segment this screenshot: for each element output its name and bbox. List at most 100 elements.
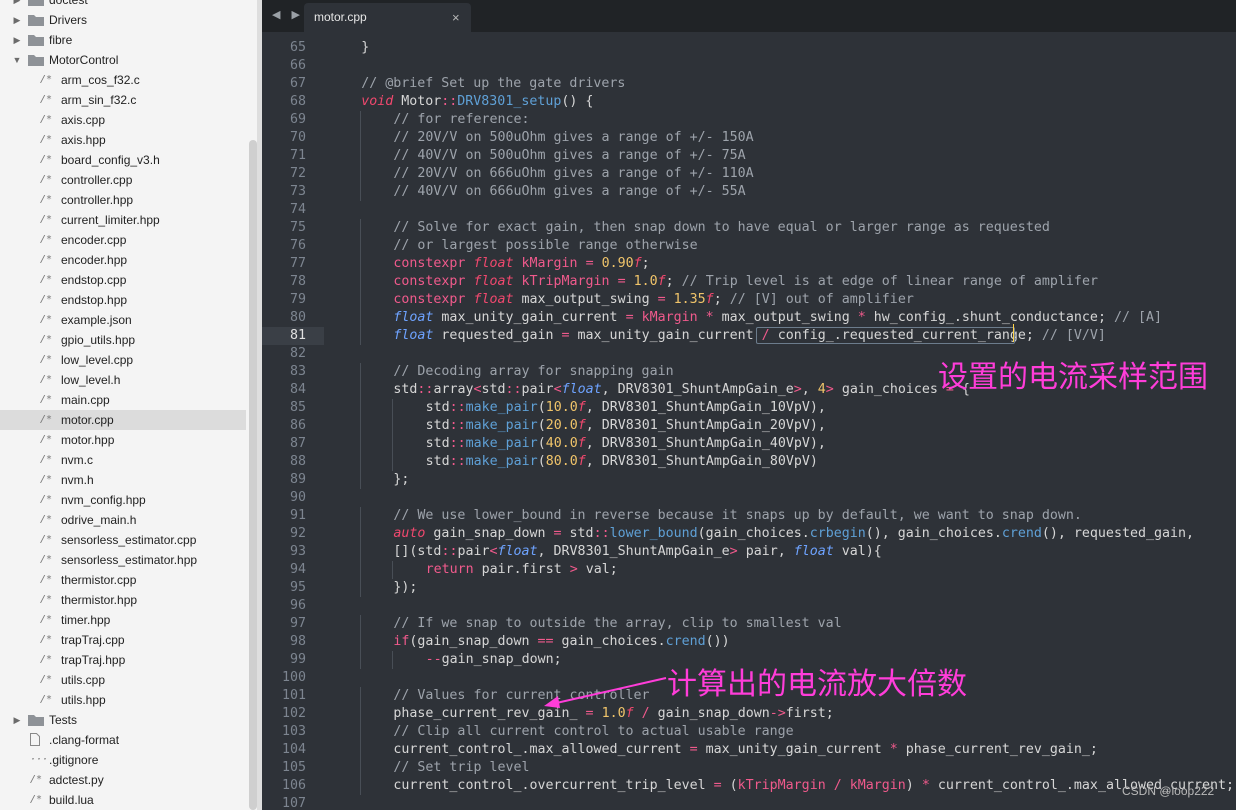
code-line[interactable]: 69 // for reference: <box>262 111 1236 129</box>
code-token: // for reference: <box>393 112 530 127</box>
chevron-right-icon[interactable]: ▶ <box>12 0 22 10</box>
sidebar-item-tests[interactable]: ▶ Tests <box>0 710 246 730</box>
code-line[interactable]: 103 // Clip all current control to actual… <box>262 723 1236 741</box>
code-line[interactable]: 65} <box>262 39 1236 57</box>
sidebar-item-doctest[interactable]: ▶ doctest <box>0 0 246 10</box>
code-line[interactable]: 95}); <box>262 579 1236 597</box>
code-line[interactable]: 107 <box>262 795 1236 810</box>
sidebar-item-arm-cos-f32-c[interactable]: /* arm_cos_f32.c <box>0 70 246 90</box>
line-number: 106 <box>281 778 306 793</box>
sidebar-item-endstop-cpp[interactable]: /* endstop.cpp <box>0 270 246 290</box>
sidebar-item-thermistor-hpp[interactable]: /* thermistor.hpp <box>0 590 246 610</box>
sidebar-item-main-cpp[interactable]: /* main.cpp <box>0 390 246 410</box>
chevron-right-icon[interactable]: ▶ <box>12 10 22 30</box>
code-line[interactable]: 87 std::make_pair(40.0f, DRV8301_ShuntAmp… <box>262 435 1236 453</box>
sidebar-item-controller-hpp[interactable]: /* controller.hpp <box>0 190 246 210</box>
code-line[interactable]: 67 // @brief Set up the gate drivers <box>262 75 1236 93</box>
code-line[interactable]: 81 float requested_gain = max_unity_gain_… <box>262 327 1236 345</box>
code-line[interactable]: 73 // 40V/V on 666uOhm gives a range of +… <box>262 183 1236 201</box>
code-line[interactable]: 104 current_control_.max_allowed_current … <box>262 741 1236 759</box>
sidebar-item-adctest-py[interactable]: /* adctest.py <box>0 770 246 790</box>
code-line[interactable]: 92 auto gain_snap_down = std::lower_bound… <box>262 525 1236 543</box>
code-text: void Motor::DRV8301_setup() { <box>361 93 593 111</box>
sidebar-item-board-config-v3-h[interactable]: /* board_config_v3.h <box>0 150 246 170</box>
code-token: max_unity_gain_current <box>569 328 762 343</box>
code-line[interactable]: 90 <box>262 489 1236 507</box>
code-line[interactable]: 80 float max_unity_gain_current = kMargin… <box>262 309 1236 327</box>
sidebar-item-controller-cpp[interactable]: /* controller.cpp <box>0 170 246 190</box>
sidebar-item-motorcontrol[interactable]: ▼ MotorControl <box>0 50 246 70</box>
code-line[interactable]: 96 <box>262 597 1236 615</box>
code-line[interactable]: 79 constexpr float max_output_swing = 1.3… <box>262 291 1236 309</box>
code-line[interactable]: 86 std::make_pair(20.0f, DRV8301_ShuntAmp… <box>262 417 1236 435</box>
code-line[interactable]: 94 return pair.first > val; <box>262 561 1236 579</box>
sidebar-item-drivers[interactable]: ▶ Drivers <box>0 10 246 30</box>
chevron-right-icon[interactable]: ▶ <box>12 710 22 730</box>
code-line[interactable]: 77 constexpr float kMargin = 0.90f; <box>262 255 1236 273</box>
code-line[interactable]: 76 // or largest possible range otherwise <box>262 237 1236 255</box>
code-line[interactable]: 93 [](std::pair<float, DRV8301_ShuntAmpGa… <box>262 543 1236 561</box>
indent-guide <box>360 183 362 201</box>
sidebar-item-nvm-config-hpp[interactable]: /* nvm_config.hpp <box>0 490 246 510</box>
sidebar-item-gitignore[interactable]: ··· .gitignore <box>0 750 246 770</box>
code-line[interactable]: 74 <box>262 201 1236 219</box>
sidebar-item-current-limiter-hpp[interactable]: /* current_limiter.hpp <box>0 210 246 230</box>
sidebar-item-nvm-c[interactable]: /* nvm.c <box>0 450 246 470</box>
sidebar-item-motor-hpp[interactable]: /* motor.hpp <box>0 430 246 450</box>
code-line[interactable]: 68 void Motor::DRV8301_setup() { <box>262 93 1236 111</box>
folder-icon <box>28 14 44 26</box>
tab-nav-arrows[interactable]: ◀ ▶ <box>272 8 304 21</box>
sidebar-item-traptraj-hpp[interactable]: /* trapTraj.hpp <box>0 650 246 670</box>
code-line[interactable]: 89}; <box>262 471 1236 489</box>
close-icon[interactable]: × <box>452 3 460 32</box>
chevron-down-icon[interactable]: ▼ <box>12 50 22 70</box>
code-line[interactable]: 75 // Solve for exact gain, then snap dow… <box>262 219 1236 237</box>
code-line[interactable]: 78 constexpr float kTripMargin = 1.0f; //… <box>262 273 1236 291</box>
code-line[interactable]: 102 phase_current_rev_gain_ = 1.0f / gain… <box>262 705 1236 723</box>
sidebar-item-fibre[interactable]: ▶ fibre <box>0 30 246 50</box>
sidebar-item-sensorless-estimator-hpp[interactable]: /* sensorless_estimator.hpp <box>0 550 246 570</box>
code-line[interactable]: 71 // 40V/V on 500uOhm gives a range of +… <box>262 147 1236 165</box>
sidebar-item-build-lua[interactable]: /* build.lua <box>0 790 246 810</box>
code-line[interactable]: 91 // We use lower_bound in reverse becau… <box>262 507 1236 525</box>
code-line[interactable]: 85 std::make_pair(10.0f, DRV8301_ShuntAmp… <box>262 399 1236 417</box>
sidebar-item-traptraj-cpp[interactable]: /* trapTraj.cpp <box>0 630 246 650</box>
sidebar-item-encoder-hpp[interactable]: /* encoder.hpp <box>0 250 246 270</box>
code-line[interactable]: 66 <box>262 57 1236 75</box>
sidebar-item-endstop-hpp[interactable]: /* endstop.hpp <box>0 290 246 310</box>
code-line[interactable]: 106 current_control_.overcurrent_trip_lev… <box>262 777 1236 795</box>
sidebar-item-clang-format[interactable]: .clang-format <box>0 730 246 750</box>
chevron-right-icon[interactable]: ▶ <box>12 30 22 50</box>
sidebar-item-axis-cpp[interactable]: /* axis.cpp <box>0 110 246 130</box>
sidebar-item-motor-cpp[interactable]: /* motor.cpp <box>0 410 246 430</box>
code-line[interactable]: 97 // If we snap to outside the array, cl… <box>262 615 1236 633</box>
code-line[interactable]: 70 // 20V/V on 500uOhm gives a range of +… <box>262 129 1236 147</box>
code-text: // Solve for exact gain, then snap down … <box>393 219 1049 237</box>
code-token: kMargin <box>513 256 586 271</box>
sidebar-item-low-level-cpp[interactable]: /* low_level.cpp <box>0 350 246 370</box>
sidebar-item-arm-sin-f32-c[interactable]: /* arm_sin_f32.c <box>0 90 246 110</box>
sidebar-item-utils-cpp[interactable]: /* utils.cpp <box>0 670 246 690</box>
sidebar-item-sensorless-estimator-cpp[interactable]: /* sensorless_estimator.cpp <box>0 530 246 550</box>
code-line[interactable]: 105 // Set trip level <box>262 759 1236 777</box>
code-token: = <box>553 526 562 541</box>
code-file-icon: /* <box>40 674 53 685</box>
sidebar-item-gpio-utils-hpp[interactable]: /* gpio_utils.hpp <box>0 330 246 350</box>
sidebar-item-thermistor-cpp[interactable]: /* thermistor.cpp <box>0 570 246 590</box>
code-line[interactable]: 72 // 20V/V on 666uOhm gives a range of +… <box>262 165 1236 183</box>
sidebar-item-odrive-main-h[interactable]: /* odrive_main.h <box>0 510 246 530</box>
sidebar-item-nvm-h[interactable]: /* nvm.h <box>0 470 246 490</box>
sidebar-item-label: board_config_v3.h <box>61 153 160 167</box>
sidebar-item-timer-hpp[interactable]: /* timer.hpp <box>0 610 246 630</box>
code-line[interactable]: 88 std::make_pair(80.0f, DRV8301_ShuntAmp… <box>262 453 1236 471</box>
sidebar-item-encoder-cpp[interactable]: /* encoder.cpp <box>0 230 246 250</box>
sidebar-item-low-level-h[interactable]: /* low_level.h <box>0 370 246 390</box>
sidebar-item-axis-hpp[interactable]: /* axis.hpp <box>0 130 246 150</box>
code-token: crend <box>1001 526 1042 541</box>
tab-motor-cpp[interactable]: motor.cpp × <box>304 3 471 32</box>
sidebar-item-example-json[interactable]: /* example.json <box>0 310 246 330</box>
sidebar-scrollbar[interactable] <box>249 140 257 810</box>
code-line[interactable]: 98 if(gain_snap_down == gain_choices.cren… <box>262 633 1236 651</box>
sidebar-item-utils-hpp[interactable]: /* utils.hpp <box>0 690 246 710</box>
